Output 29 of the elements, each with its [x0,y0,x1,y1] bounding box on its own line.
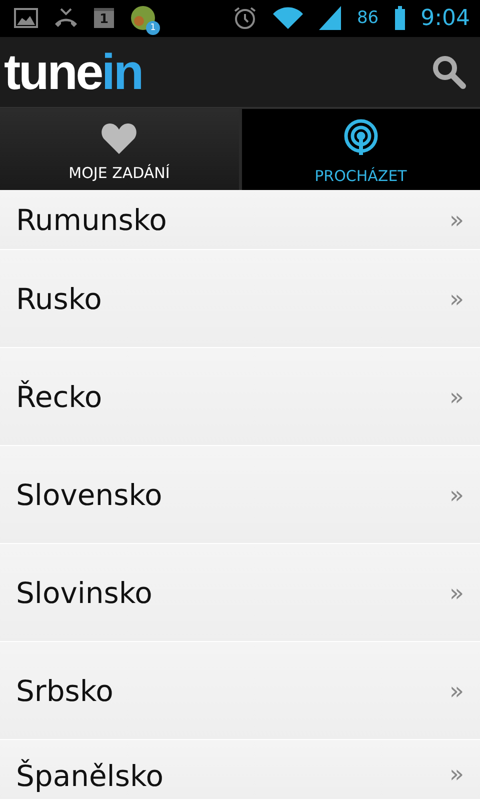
country-name: Řecko [16,380,104,412]
app-logo: tunein [4,46,142,97]
broadcast-icon [342,119,380,158]
calendar-icon: 1 [94,8,114,28]
search-icon[interactable] [432,54,466,89]
chevron-icon: » [449,578,464,606]
country-name: Slovinsko [16,576,154,608]
signal-icon [318,6,341,30]
clock-time: 9:04 [420,6,470,31]
chevron-icon: » [449,206,464,234]
tab[interactable]: PROCHÁZET [242,108,480,190]
country-name: Španělsko [16,760,164,792]
country-name: Rumunsko [16,204,168,236]
image-icon [14,8,38,28]
chevron-icon: » [449,480,464,508]
battery-level: 86 [356,8,379,28]
chevron-icon: » [449,760,464,788]
notification-badge: 1 [146,21,160,36]
alarm-clock-icon [232,6,257,30]
battery-icon [394,6,405,30]
chevron-icon: » [449,382,464,410]
chevron-icon: » [449,676,464,704]
country-name: Srbsko [16,674,114,706]
chevron-icon: » [449,284,464,312]
missed-call-icon [54,7,78,30]
wifi-icon [272,7,303,30]
heart-icon [100,122,138,154]
country-name: Slovensko [16,478,164,510]
country-name: Rusko [16,282,103,314]
